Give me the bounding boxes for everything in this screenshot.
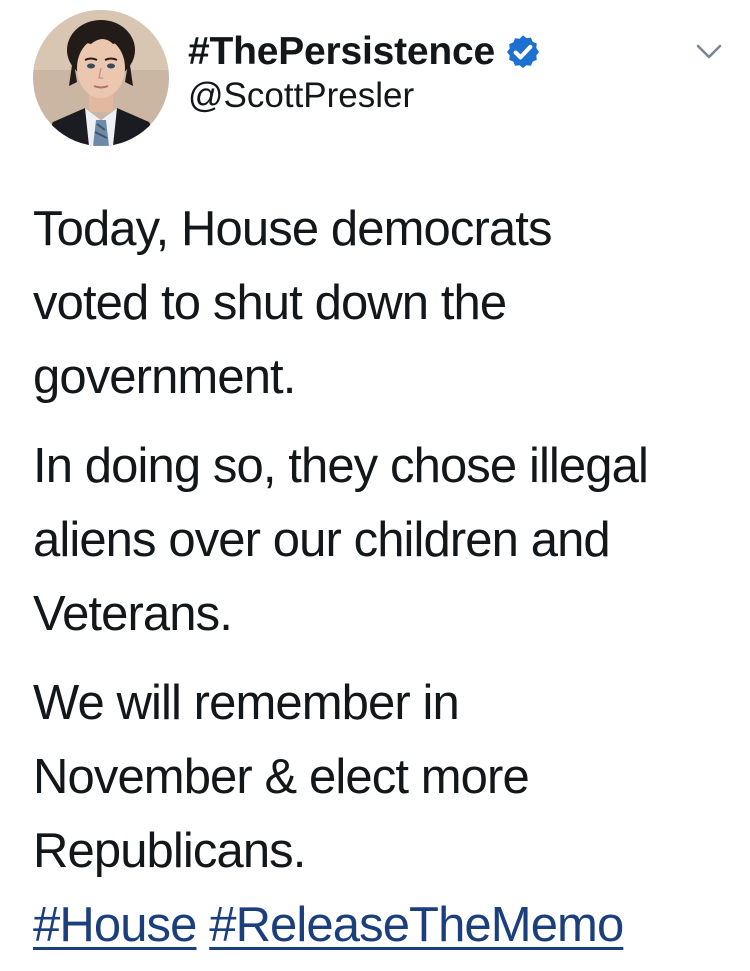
avatar-image — [33, 10, 169, 146]
tweet-line: Today, House democrats — [33, 202, 552, 256]
tweet-line: We will remember in — [33, 676, 460, 730]
hashtag-row: #House #ReleaseTheMemo — [33, 888, 733, 962]
tweet-line: government. — [33, 350, 296, 404]
verified-badge-icon — [504, 33, 542, 71]
tweet-line: aliens over our children and — [33, 513, 611, 567]
tweet-paragraph: In doing so, they chose illegal aliens o… — [33, 429, 733, 651]
tweet-line: Veterans. — [33, 587, 233, 641]
author-display-name[interactable]: #ThePersistence — [188, 30, 495, 74]
author-handle[interactable]: @ScottPresler — [188, 76, 414, 116]
tweet-line: Republicans. — [33, 824, 306, 878]
hashtag-link-releasethememo[interactable]: #ReleaseTheMemo — [209, 898, 624, 952]
tweet: #ThePersistence @ScottPresler Today, Hou… — [0, 0, 750, 971]
tweet-text: Today, House democrats voted to shut dow… — [33, 192, 733, 962]
avatar[interactable] — [33, 10, 169, 146]
tweet-paragraph: Today, House democrats voted to shut dow… — [33, 192, 733, 414]
tweet-line: voted to shut down the — [33, 276, 507, 330]
tweet-line: November & elect more — [33, 750, 530, 804]
hashtag-link-house[interactable]: #House — [33, 898, 197, 952]
chevron-down-icon[interactable] — [694, 38, 724, 64]
tweet-paragraph: We will remember in November & elect mor… — [33, 666, 733, 888]
tweet-line: In doing so, they chose illegal — [33, 439, 649, 493]
author-name-row[interactable]: #ThePersistence — [188, 28, 542, 76]
